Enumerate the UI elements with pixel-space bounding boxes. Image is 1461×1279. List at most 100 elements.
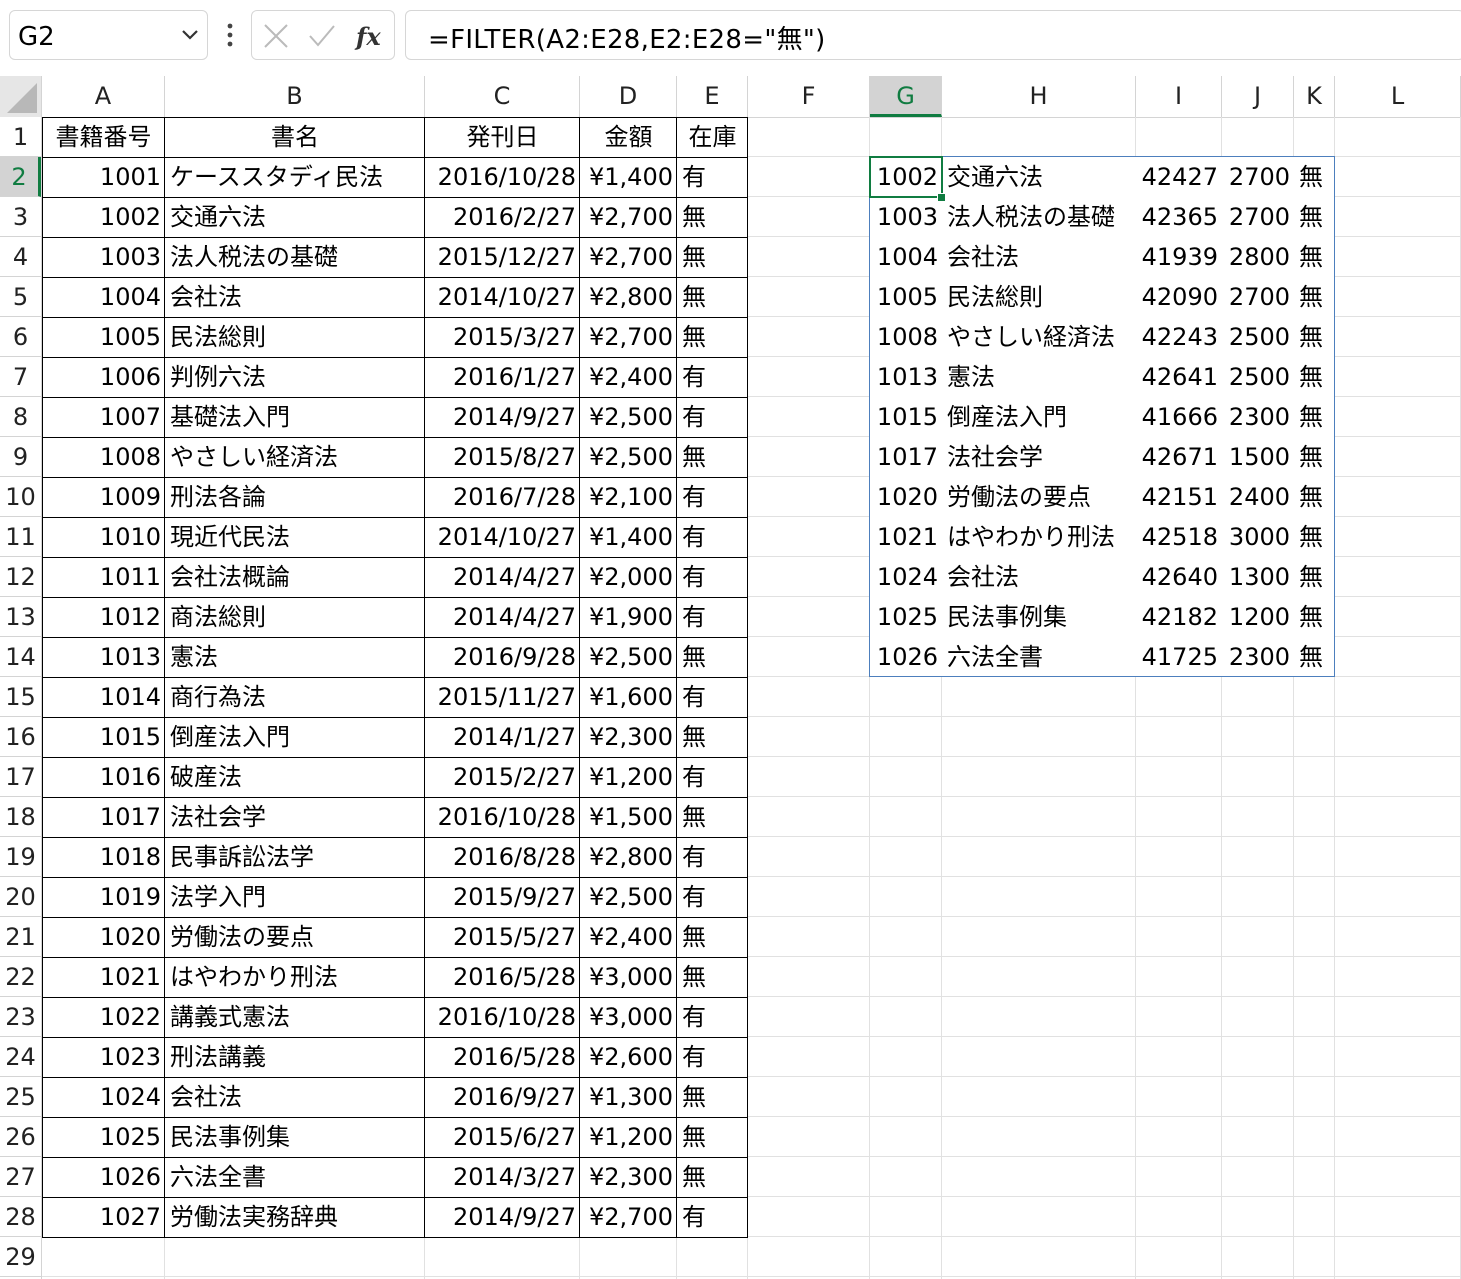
table-cell[interactable]: 1009 — [42, 477, 165, 517]
formula-text[interactable]: =FILTER(A2:E28,E2:E28="無") — [428, 19, 826, 56]
table-header-cell[interactable]: 在庫 — [677, 117, 748, 157]
row-header-12[interactable]: 12 — [0, 557, 41, 597]
table-cell[interactable]: ¥2,700 — [580, 197, 677, 237]
fill-handle[interactable] — [937, 193, 946, 202]
table-cell[interactable]: 2016/10/28 — [425, 797, 580, 837]
row-header-6[interactable]: 6 — [0, 317, 41, 357]
row-header-10[interactable]: 10 — [0, 477, 41, 517]
table-cell[interactable]: ¥2,600 — [580, 1037, 677, 1077]
table-cell[interactable]: 2014/1/27 — [425, 717, 580, 757]
table-cell[interactable]: 2014/9/27 — [425, 397, 580, 437]
table-cell[interactable]: 2016/10/28 — [425, 157, 580, 197]
table-cell[interactable]: 2016/10/28 — [425, 997, 580, 1037]
active-cell[interactable] — [869, 156, 943, 198]
table-cell[interactable]: 1025 — [42, 1117, 165, 1157]
row-header-8[interactable]: 8 — [0, 397, 41, 437]
chevron-down-icon[interactable] — [179, 23, 201, 45]
row-header-29[interactable]: 29 — [0, 1237, 41, 1277]
table-cell[interactable]: ¥2,800 — [580, 277, 677, 317]
table-cell[interactable]: 2016/9/28 — [425, 637, 580, 677]
table-cell[interactable]: 2015/8/27 — [425, 437, 580, 477]
table-cell[interactable]: 商法総則 — [165, 597, 425, 637]
column-header-a[interactable]: A — [42, 76, 165, 117]
table-cell[interactable]: ¥2,000 — [580, 557, 677, 597]
table-cell[interactable]: 2016/5/28 — [425, 1037, 580, 1077]
table-cell[interactable]: 1002 — [42, 197, 165, 237]
table-cell[interactable]: 無 — [677, 1117, 748, 1157]
table-cell[interactable]: 労働法の要点 — [165, 917, 425, 957]
table-cell[interactable]: ¥1,400 — [580, 157, 677, 197]
table-cell[interactable]: ¥2,500 — [580, 637, 677, 677]
table-cell[interactable]: 無 — [677, 277, 748, 317]
table-cell[interactable]: 無 — [677, 197, 748, 237]
column-header-k[interactable]: K — [1294, 76, 1335, 117]
row-header-26[interactable]: 26 — [0, 1117, 41, 1157]
table-cell[interactable]: 1016 — [42, 757, 165, 797]
table-cell[interactable]: 無 — [677, 437, 748, 477]
row-header-24[interactable]: 24 — [0, 1037, 41, 1077]
name-box-value[interactable]: G2 — [18, 22, 55, 52]
table-cell[interactable]: ¥1,400 — [580, 517, 677, 557]
table-header-cell[interactable]: 書名 — [165, 117, 425, 157]
table-cell[interactable]: ¥2,300 — [580, 1157, 677, 1197]
row-header-21[interactable]: 21 — [0, 917, 41, 957]
table-cell[interactable]: 1008 — [42, 437, 165, 477]
table-cell[interactable]: 無 — [677, 797, 748, 837]
table-cell[interactable]: ¥1,500 — [580, 797, 677, 837]
table-cell[interactable]: 民法事例集 — [165, 1117, 425, 1157]
table-cell[interactable]: 2014/10/27 — [425, 517, 580, 557]
row-header-25[interactable]: 25 — [0, 1077, 41, 1117]
worksheet-grid[interactable]: 書籍番号 書名 発刊日 金額 在庫 1001 ケーススタディ民法 2016/10/28 ¥1,4… — [42, 117, 1461, 1279]
row-header-2[interactable]: 2 — [0, 157, 41, 197]
table-cell[interactable]: 2016/7/28 — [425, 477, 580, 517]
column-header-f[interactable]: F — [748, 76, 870, 117]
table-cell[interactable]: ケーススタディ民法 — [165, 157, 425, 197]
row-header-9[interactable]: 9 — [0, 437, 41, 477]
table-cell[interactable]: 有 — [677, 557, 748, 597]
table-cell[interactable]: 有 — [677, 837, 748, 877]
table-cell[interactable]: 法社会学 — [165, 797, 425, 837]
table-cell[interactable]: 1019 — [42, 877, 165, 917]
row-header-5[interactable]: 5 — [0, 277, 41, 317]
table-cell[interactable]: ¥2,800 — [580, 837, 677, 877]
column-header-i[interactable]: I — [1136, 76, 1222, 117]
table-cell[interactable]: 1003 — [42, 237, 165, 277]
cancel-x-icon[interactable] — [262, 22, 290, 50]
table-cell[interactable]: 無 — [677, 1077, 748, 1117]
column-header-g[interactable]: G — [870, 76, 942, 117]
column-header-c[interactable]: C — [425, 76, 580, 117]
table-cell[interactable]: 現近代民法 — [165, 517, 425, 557]
table-cell[interactable]: 1013 — [42, 637, 165, 677]
insert-function-icon[interactable]: fx — [354, 22, 388, 50]
row-header-27[interactable]: 27 — [0, 1157, 41, 1197]
table-cell[interactable]: 2014/9/27 — [425, 1197, 580, 1237]
table-cell[interactable]: 法学入門 — [165, 877, 425, 917]
table-cell[interactable]: 無 — [677, 1157, 748, 1197]
table-cell[interactable]: ¥2,100 — [580, 477, 677, 517]
row-header-3[interactable]: 3 — [0, 197, 41, 237]
row-header-7[interactable]: 7 — [0, 357, 41, 397]
table-cell[interactable]: ¥2,500 — [580, 397, 677, 437]
row-header-15[interactable]: 15 — [0, 677, 41, 717]
table-cell[interactable]: 1027 — [42, 1197, 165, 1237]
table-cell[interactable]: 1024 — [42, 1077, 165, 1117]
table-cell[interactable]: 1021 — [42, 957, 165, 997]
row-header-13[interactable]: 13 — [0, 597, 41, 637]
table-cell[interactable]: 1001 — [42, 157, 165, 197]
table-cell[interactable]: 1012 — [42, 597, 165, 637]
table-cell[interactable]: 1018 — [42, 837, 165, 877]
table-cell[interactable]: ¥1,600 — [580, 677, 677, 717]
table-cell[interactable]: ¥3,000 — [580, 957, 677, 997]
row-header-23[interactable]: 23 — [0, 997, 41, 1037]
row-header-28[interactable]: 28 — [0, 1197, 41, 1237]
table-cell[interactable]: 会社法 — [165, 1077, 425, 1117]
table-cell[interactable]: 無 — [677, 717, 748, 757]
table-cell[interactable]: やさしい経済法 — [165, 437, 425, 477]
table-cell[interactable]: 無 — [677, 237, 748, 277]
select-all-button[interactable] — [0, 76, 42, 117]
table-cell[interactable]: 会社法概論 — [165, 557, 425, 597]
table-cell[interactable]: ¥1,200 — [580, 1117, 677, 1157]
table-cell[interactable]: ¥1,200 — [580, 757, 677, 797]
table-cell[interactable]: ¥2,400 — [580, 357, 677, 397]
table-cell[interactable]: 有 — [677, 877, 748, 917]
